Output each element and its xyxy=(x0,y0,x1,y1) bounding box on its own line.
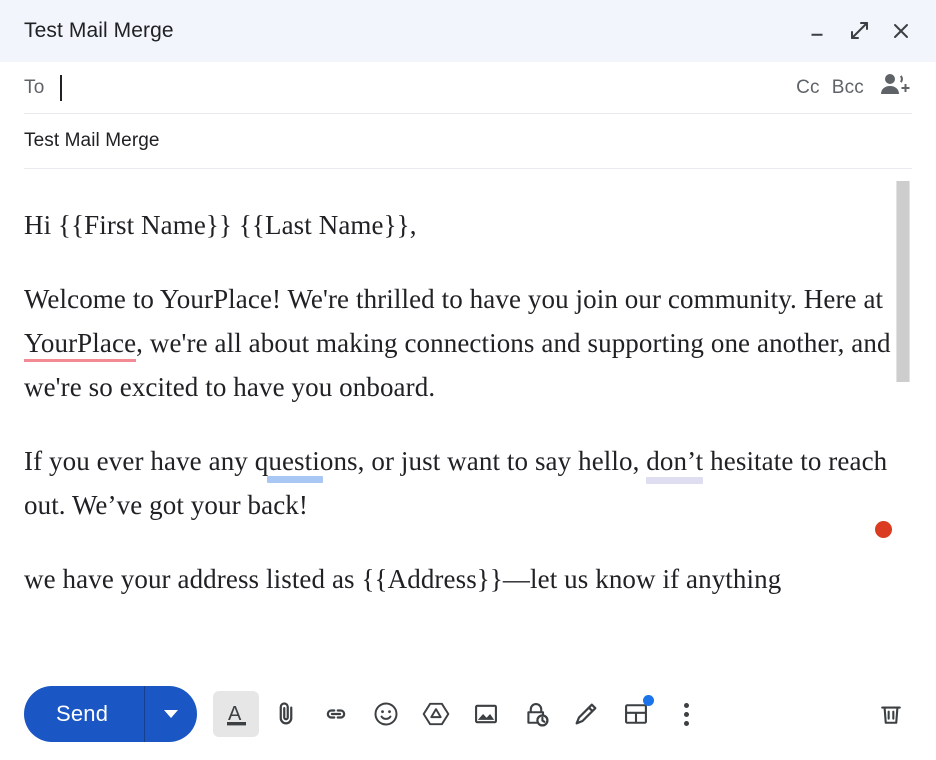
cc-bcc-group: Cc Bcc xyxy=(796,70,912,105)
minimize-button[interactable] xyxy=(798,12,836,50)
discard-draft-button[interactable] xyxy=(868,691,914,737)
add-contact-icon xyxy=(878,70,912,105)
recipient-row: To Cc Bcc xyxy=(24,62,912,114)
cc-button[interactable]: Cc xyxy=(796,77,820,99)
minimize-icon xyxy=(806,20,828,42)
insert-emoji-button[interactable] xyxy=(363,691,409,737)
compose-title-bar: Test Mail Merge xyxy=(0,0,936,62)
full-screen-button[interactable] xyxy=(840,12,878,50)
insert-drive-file-button[interactable] xyxy=(413,691,459,737)
email-layout-button[interactable] xyxy=(613,691,659,737)
to-label: To xyxy=(24,76,45,98)
compose-window: Test Mail Merge To Cc Bcc Test Mail Merg… xyxy=(0,0,936,760)
bcc-button[interactable]: Bcc xyxy=(832,77,864,99)
more-options-icon xyxy=(683,702,689,726)
insert-drive-file-icon xyxy=(422,702,450,726)
chevron-down-icon xyxy=(164,710,179,718)
svg-text:A: A xyxy=(228,703,242,725)
body-scrollbar-thumb[interactable] xyxy=(896,181,910,382)
attach-file-icon xyxy=(279,702,293,725)
layout-new-badge xyxy=(643,695,655,706)
insert-signature-button[interactable] xyxy=(563,691,609,737)
body-paragraph-address: we have your address listed as {{Address… xyxy=(24,564,782,594)
more-options-button[interactable] xyxy=(663,691,709,737)
body-text-segment: If you ever have any xyxy=(24,446,255,476)
confidential-mode-icon xyxy=(527,703,549,727)
body-paragraph-greeting: Hi {{First Name}} {{Last Name}}, xyxy=(24,210,417,240)
send-button[interactable]: Send xyxy=(24,686,144,742)
full-screen-icon xyxy=(847,19,871,43)
body-text-segment: , we're all about making connections and… xyxy=(24,328,891,402)
insert-link-icon xyxy=(326,709,346,719)
body-text-segment: Welcome to YourPlace! We're thrilled to … xyxy=(24,284,884,314)
close-icon xyxy=(889,19,913,43)
insert-signature-icon xyxy=(575,703,597,725)
compose-tools: A xyxy=(213,691,709,737)
compose-title: Test Mail Merge xyxy=(24,19,174,42)
confidential-mode-button[interactable] xyxy=(513,691,559,737)
subject-row[interactable]: Test Mail Merge xyxy=(24,114,912,169)
compose-action-bar: Send A xyxy=(0,668,936,760)
insert-photo-icon xyxy=(475,704,498,724)
attach-file-button[interactable] xyxy=(263,691,309,737)
collaborator-presence-dot xyxy=(875,521,892,538)
text-cursor xyxy=(60,74,62,101)
body-paragraph-questions: If you ever have any questions, or just … xyxy=(24,439,896,527)
send-button-group[interactable]: Send xyxy=(24,686,198,742)
spellcheck-underlined-word: YourPlace xyxy=(24,328,137,362)
message-body-text[interactable]: Hi {{First Name}} {{Last Name}}, Welcome… xyxy=(24,203,896,601)
formatting-options-icon: A xyxy=(227,703,247,726)
body-paragraph-welcome: Welcome to YourPlace! We're thrilled to … xyxy=(24,277,896,409)
formatting-options-button[interactable]: A xyxy=(213,691,260,737)
message-body-scroll: Hi {{First Name}} {{Last Name}}, Welcome… xyxy=(0,169,936,668)
send-options-button[interactable] xyxy=(145,686,197,742)
insert-link-button[interactable] xyxy=(313,691,359,737)
grammar-underlined-word: questions, xyxy=(254,446,365,476)
insert-photo-button[interactable] xyxy=(463,691,509,737)
insert-emoji-icon xyxy=(374,702,398,726)
add-contact-button[interactable] xyxy=(878,70,912,105)
window-controls xyxy=(798,12,920,50)
body-text-segment: or just want to say hello, xyxy=(364,446,647,476)
close-button[interactable] xyxy=(882,12,920,50)
smart-compose-underlined-word: don’t xyxy=(646,446,704,476)
message-body-area[interactable]: Hi {{First Name}} {{Last Name}}, Welcome… xyxy=(0,169,936,668)
to-input[interactable] xyxy=(58,62,796,113)
discard-draft-icon xyxy=(881,706,901,724)
subject-value: Test Mail Merge xyxy=(24,130,160,151)
